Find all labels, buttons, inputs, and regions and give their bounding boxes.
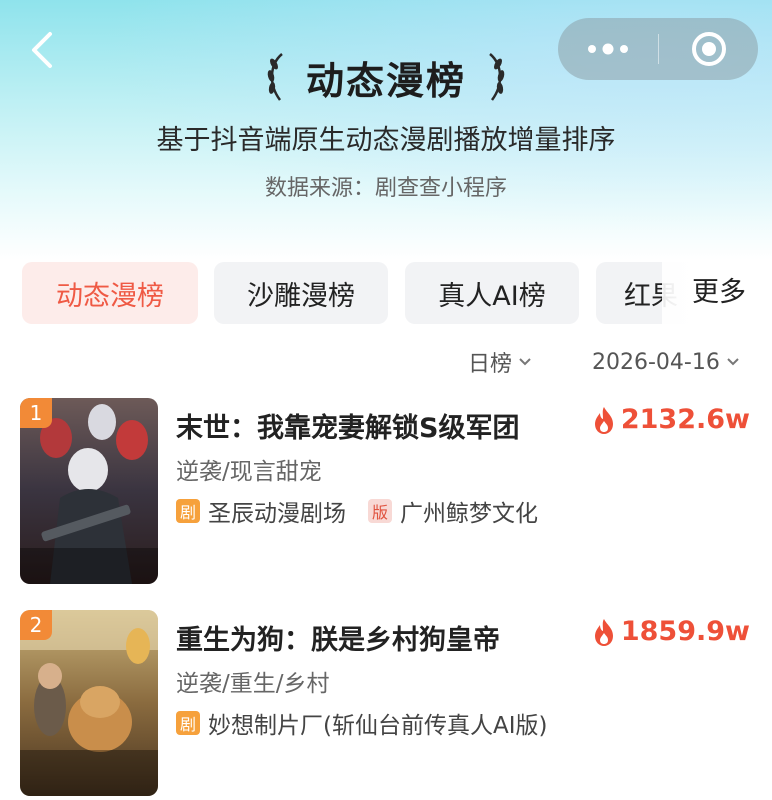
list-item[interactable]: 1 末世：我靠宠妻解锁S级军团 2132.6w 逆袭/现言甜宠 剧 圣辰动漫剧场… — [20, 398, 760, 588]
list-item[interactable]: 2 重生为狗：朕是乡村狗皇帝 1859.9w 逆袭/重生/乡村 剧 妙想制片厂(… — [20, 610, 760, 800]
flame-icon — [594, 406, 613, 434]
rank-badge: 2 — [20, 610, 52, 640]
cover-image[interactable]: 2 — [20, 610, 158, 796]
tab-real-ai[interactable]: 真人AI榜 — [405, 262, 579, 324]
page-title: 动态漫榜 — [305, 58, 466, 103]
chevron-down-icon — [727, 358, 739, 366]
page-title-row: 动态漫榜 — [0, 46, 772, 108]
date-filter[interactable]: 2026-04-16 — [592, 344, 740, 380]
publisher-name: 广州鲸梦文化 — [400, 501, 538, 527]
item-title: 重生为狗：朕是乡村狗皇帝 — [176, 625, 500, 656]
heat-value: 1859.9w — [620, 616, 750, 647]
category-tabs: 动态漫榜 沙雕漫榜 真人AI榜 红果 更多 — [22, 262, 772, 326]
credits-row: 剧 圣辰动漫剧场 版 广州鲸梦文化 — [176, 494, 538, 528]
producer-name: 妙想制片厂(斩仙台前传真人AI版) — [208, 713, 548, 739]
date-filter-label: 2026-04-16 — [592, 349, 720, 375]
laurel-right-icon — [489, 53, 505, 101]
data-source-note: 数据来源：剧查查小程序 — [264, 176, 507, 201]
producer-tag: 剧 — [176, 499, 200, 523]
tab-dynamic-comic[interactable]: 动态漫榜 — [22, 262, 198, 324]
more-tabs-button[interactable]: 更多 — [692, 262, 746, 324]
heat-value: 2132.6w — [620, 404, 750, 435]
cover-image[interactable]: 1 — [20, 398, 158, 584]
credits-row: 剧 妙想制片厂(斩仙台前传真人AI版) — [176, 706, 547, 740]
laurel-left-icon — [267, 53, 283, 101]
chevron-down-icon — [519, 358, 531, 366]
genre-tags: 逆袭/现言甜宠 — [176, 459, 322, 485]
page-subtitle: 基于抖音端原生动态漫剧播放增量排序 — [156, 125, 616, 156]
flame-icon — [594, 618, 613, 646]
heat-stat: 2132.6w — [591, 404, 750, 435]
heat-stat: 1859.9w — [591, 616, 750, 647]
copyright-tag: 版 — [368, 499, 392, 523]
genre-tags: 逆袭/重生/乡村 — [176, 671, 330, 697]
rank-badge: 1 — [20, 398, 52, 428]
period-filter[interactable]: 日榜 — [468, 344, 532, 380]
producer-tag: 剧 — [176, 711, 200, 735]
tab-funny-comic[interactable]: 沙雕漫榜 — [214, 262, 388, 324]
period-filter-label: 日榜 — [468, 352, 513, 377]
item-title: 末世：我靠宠妻解锁S级军团 — [176, 413, 520, 444]
producer-name: 圣辰动漫剧场 — [208, 501, 346, 527]
